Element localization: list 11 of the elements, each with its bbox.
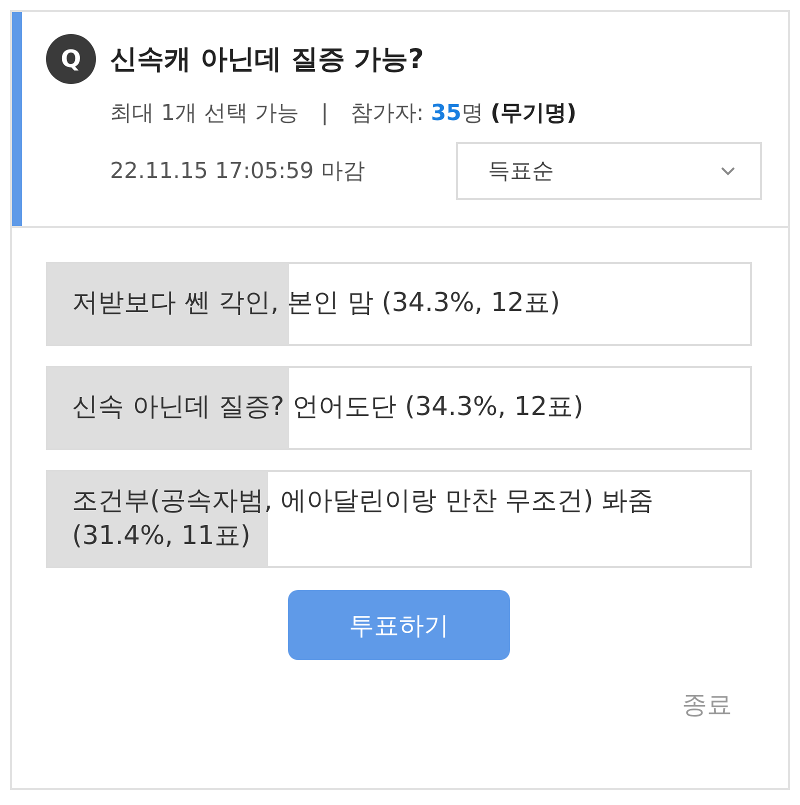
participants-text: 참가자: 35명 (무기명) — [350, 100, 577, 128]
separator: | — [320, 100, 328, 126]
selection-limit: 최대 1개 선택 가능 — [110, 100, 299, 128]
poll-title: 신속캐 아닌데 질증 가능? — [110, 43, 424, 77]
poll-option[interactable]: 조건부(공속자범, 에아달린이랑 만찬 무조건) 봐줌 (31.4%, 11표) — [46, 470, 752, 568]
deadline-text: 22.11.15 17:05:59 마감 — [110, 158, 365, 186]
poll-option[interactable]: 저받보다 쎈 각인, 본인 맘 (34.3%, 12표) — [46, 262, 752, 346]
question-badge: Q — [46, 34, 96, 84]
chevron-down-icon — [720, 166, 736, 176]
poll-option[interactable]: 신속 아닌데 질증? 언어도단 (34.3%, 12표) — [46, 366, 752, 450]
sort-select[interactable]: 득표순 — [456, 142, 762, 200]
